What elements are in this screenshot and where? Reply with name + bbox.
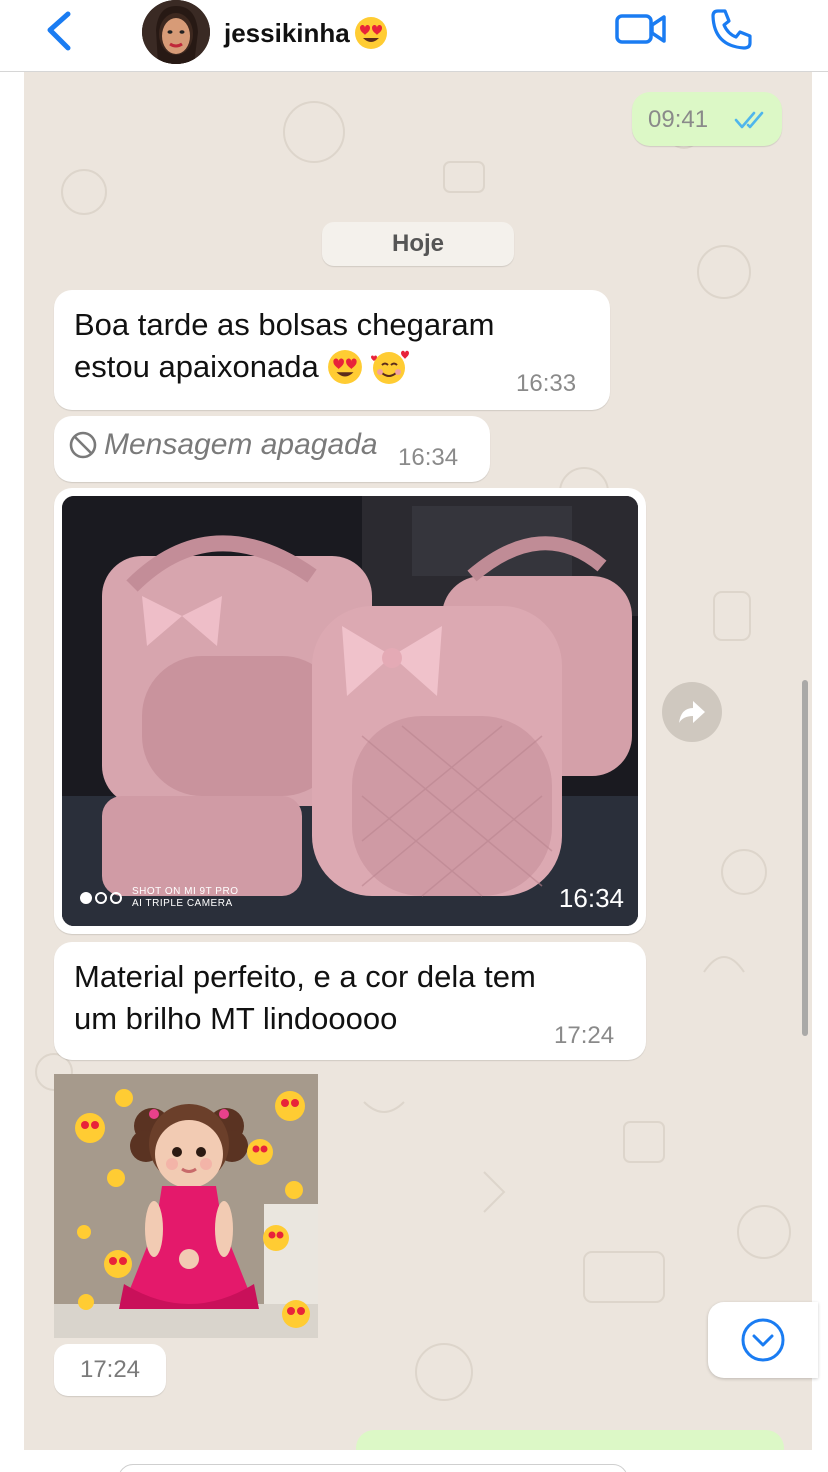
- message-text: Boa tarde as bolsas chegaram estou apaix…: [74, 304, 494, 388]
- photo-image[interactable]: SHOT ON MI 9T PRO AI TRIPLE CAMERA 16:34: [62, 496, 638, 926]
- watermark-dots: [80, 892, 122, 904]
- prohibited-icon: [69, 431, 97, 459]
- outgoing-message[interactable]: 09:41: [632, 92, 782, 146]
- message-line-with-emoji: estou apaixonada: [74, 346, 494, 388]
- phone-icon[interactable]: [708, 6, 754, 52]
- message-time: 16:34: [398, 444, 459, 471]
- watermark-line: AI TRIPLE CAMERA: [132, 898, 233, 909]
- photo-message[interactable]: SHOT ON MI 9T PRO AI TRIPLE CAMERA 16:34: [54, 488, 646, 934]
- heart-eyes-emoji-icon: [354, 17, 387, 49]
- heart-eyes-emoji-icon: [327, 350, 362, 384]
- scroll-to-bottom-button[interactable]: [708, 1302, 818, 1378]
- chevron-down-circle-icon: [741, 1318, 785, 1362]
- message-time: 09:41: [648, 106, 709, 133]
- forward-arrow-icon: [679, 701, 705, 723]
- message-line: Boa tarde as bolsas chegaram: [74, 307, 495, 342]
- deleted-message[interactable]: Mensagem apagada 16:34: [54, 416, 490, 482]
- avatar[interactable]: [142, 0, 210, 64]
- sticker-message[interactable]: [54, 1074, 318, 1338]
- camera-watermark: SHOT ON MI 9T PRO AI TRIPLE CAMERA: [80, 886, 238, 910]
- contact-name[interactable]: jessikinha: [224, 16, 388, 50]
- deleted-message-text: Mensagem apagada: [104, 428, 378, 461]
- message-time: 17:24: [554, 1022, 615, 1049]
- message-line: Material perfeito, e a cor dela tem: [74, 959, 536, 994]
- message-input[interactable]: [118, 1464, 628, 1472]
- watermark-line: SHOT ON MI 9T PRO: [132, 886, 239, 897]
- sticker-time: 17:24: [54, 1344, 166, 1396]
- incoming-message[interactable]: Material perfeito, e a cor dela tem um b…: [54, 942, 646, 1060]
- video-camera-icon[interactable]: [614, 8, 668, 50]
- baby-sticker-image: [54, 1074, 318, 1338]
- contact-name-text: jessikinha: [224, 17, 350, 48]
- chevron-left-icon[interactable]: [40, 8, 84, 52]
- message-line: um brilho MT lindooooo: [74, 1001, 398, 1036]
- message-line: estou apaixonada: [74, 349, 319, 384]
- chat-header: jessikinha: [0, 0, 828, 72]
- forward-button[interactable]: [662, 682, 722, 742]
- watermark-text: SHOT ON MI 9T PRO AI TRIPLE CAMERA: [132, 886, 238, 910]
- message-text: Material perfeito, e a cor dela tem um b…: [74, 956, 536, 1040]
- incoming-message[interactable]: Boa tarde as bolsas chegaram estou apaix…: [54, 290, 610, 410]
- day-separator: Hoje: [322, 222, 514, 266]
- message-time: 16:34: [558, 883, 624, 913]
- scrollbar[interactable]: [802, 680, 808, 1036]
- double-check-icon: [734, 111, 764, 129]
- input-bar: [0, 1450, 828, 1472]
- pink-bags-photo: [62, 496, 638, 926]
- smiling-face-with-hearts-emoji-icon: [370, 350, 409, 384]
- message-time: 16:33: [516, 370, 577, 397]
